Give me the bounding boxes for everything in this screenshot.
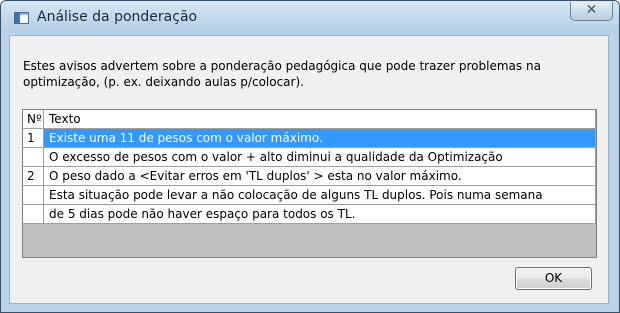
column-header-text[interactable]: Texto bbox=[44, 110, 596, 129]
warnings-grid: Nº Texto 1 Existe uma 11 de pesos com o … bbox=[22, 109, 597, 258]
row-num-cell[interactable] bbox=[23, 148, 44, 167]
close-icon: ✕ bbox=[585, 2, 598, 18]
row-text-cell[interactable]: O excesso de pesos com o valor + alto di… bbox=[44, 148, 596, 167]
dialog-body: Estes avisos advertem sobre a ponderação… bbox=[9, 35, 609, 304]
row-text-cell[interactable]: de 5 dias pode não haver espaço para tod… bbox=[44, 205, 596, 224]
table-row[interactable]: 2 O peso dado a <Evitar erros em 'TL dup… bbox=[23, 167, 596, 186]
dialog-window: Análise da ponderação ✕ Estes avisos adv… bbox=[0, 0, 620, 313]
row-text-cell[interactable]: Esta situação pode levar a não colocação… bbox=[44, 186, 596, 205]
table-row[interactable]: 1 Existe uma 11 de pesos com o valor máx… bbox=[23, 129, 596, 148]
grid-header-row: Nº Texto bbox=[23, 110, 596, 129]
row-num-cell[interactable] bbox=[23, 186, 44, 205]
table-row[interactable]: Esta situação pode levar a não colocação… bbox=[23, 186, 596, 205]
column-header-num[interactable]: Nº bbox=[23, 110, 44, 129]
row-num-cell[interactable]: 1 bbox=[23, 129, 44, 148]
row-num-cell[interactable]: 2 bbox=[23, 167, 44, 186]
row-num-cell[interactable] bbox=[23, 205, 44, 224]
row-text-cell[interactable]: O peso dado a <Evitar erros em 'TL duplo… bbox=[44, 167, 596, 186]
row-text-cell[interactable]: Existe uma 11 de pesos com o valor máxim… bbox=[44, 129, 596, 148]
table-row[interactable]: O excesso de pesos com o valor + alto di… bbox=[23, 148, 596, 167]
window-title: Análise da ponderação bbox=[37, 9, 198, 25]
table-row[interactable]: de 5 dias pode não haver espaço para tod… bbox=[23, 205, 596, 224]
ok-button[interactable]: OK bbox=[515, 267, 592, 290]
description-text: Estes avisos advertem sobre a ponderação… bbox=[23, 59, 541, 89]
close-button[interactable]: ✕ bbox=[570, 2, 613, 21]
app-window-icon bbox=[14, 12, 29, 24]
title-bar[interactable]: Análise da ponderação ✕ bbox=[1, 1, 619, 33]
